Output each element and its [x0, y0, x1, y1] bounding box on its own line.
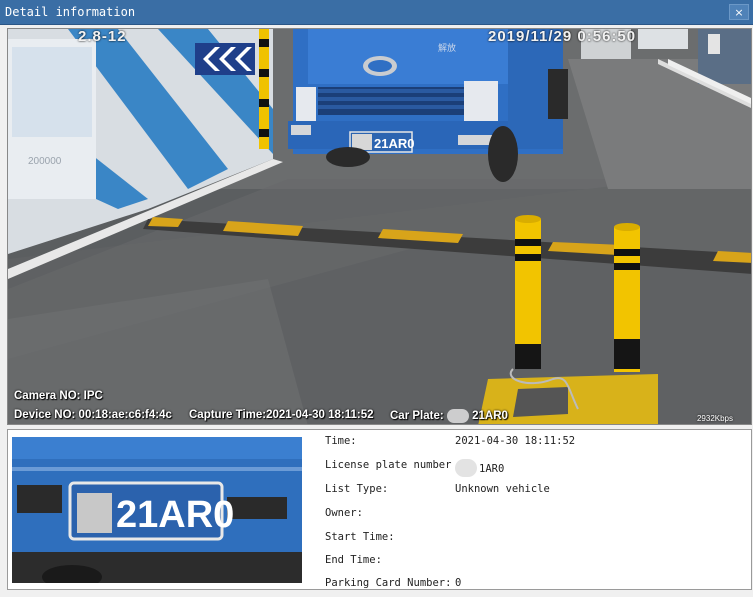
info-value: 1AR0	[479, 463, 505, 475]
close-button[interactable]: ×	[729, 4, 749, 20]
car-plate-osd-label: Car Plate:	[390, 410, 444, 423]
info-label: License plate number	[325, 459, 452, 471]
info-label: End Time:	[325, 554, 382, 566]
plate-crop-image: 21AR0	[12, 437, 302, 583]
detail-panel: 21AR0 Time: 2021-04-30 18:11:52 License …	[7, 429, 752, 590]
info-value-plate: 1AR0	[455, 459, 504, 477]
capture-photo: 200000 解放 21AR0 2.8-12 2019/11/29 0:56:5…	[7, 28, 752, 425]
osd-top-left: 2.8-12	[78, 28, 127, 45]
info-label: Parking Card Number:	[325, 577, 452, 589]
window-titlebar[interactable]: Detail information ×	[0, 0, 753, 25]
parking-scene-image: 200000 解放 21AR0	[8, 29, 751, 424]
truck-badge-text: 解放	[438, 42, 456, 54]
car-plate-osd: Car Plate: 21AR0	[390, 409, 508, 423]
info-value: 2021-04-30 18:11:52	[455, 435, 576, 447]
info-label: Start Time:	[325, 531, 395, 543]
info-value: Unknown vehicle	[455, 483, 550, 495]
car-plate-osd-value: 21AR0	[472, 410, 508, 423]
wall-sign-text: 200000	[28, 156, 62, 167]
camera-number-label: Camera NO: IPC	[14, 390, 103, 402]
capture-time-label: Capture Time:2021-04-30 18:11:52	[189, 409, 374, 421]
window-title: Detail information	[5, 5, 136, 19]
plate-privacy-blur	[446, 409, 469, 423]
info-label: List Type:	[325, 483, 389, 495]
plate-privacy-blur	[455, 459, 477, 477]
plate-crop-graphic: 21AR0	[12, 437, 302, 583]
osd-top-right: 2019/11/29 0:56:50	[488, 28, 637, 45]
plate-crop-text: 21AR0	[116, 494, 234, 536]
info-label: Time:	[325, 435, 357, 447]
info-label: Owner:	[325, 507, 363, 519]
device-number-label: Device NO: 00:18:ae:c6:f4:4c	[14, 409, 172, 421]
bitrate-label: 2932Kbps	[696, 414, 733, 423]
truck-plate-text: 21AR0	[374, 136, 414, 151]
info-value: 0	[455, 577, 462, 589]
